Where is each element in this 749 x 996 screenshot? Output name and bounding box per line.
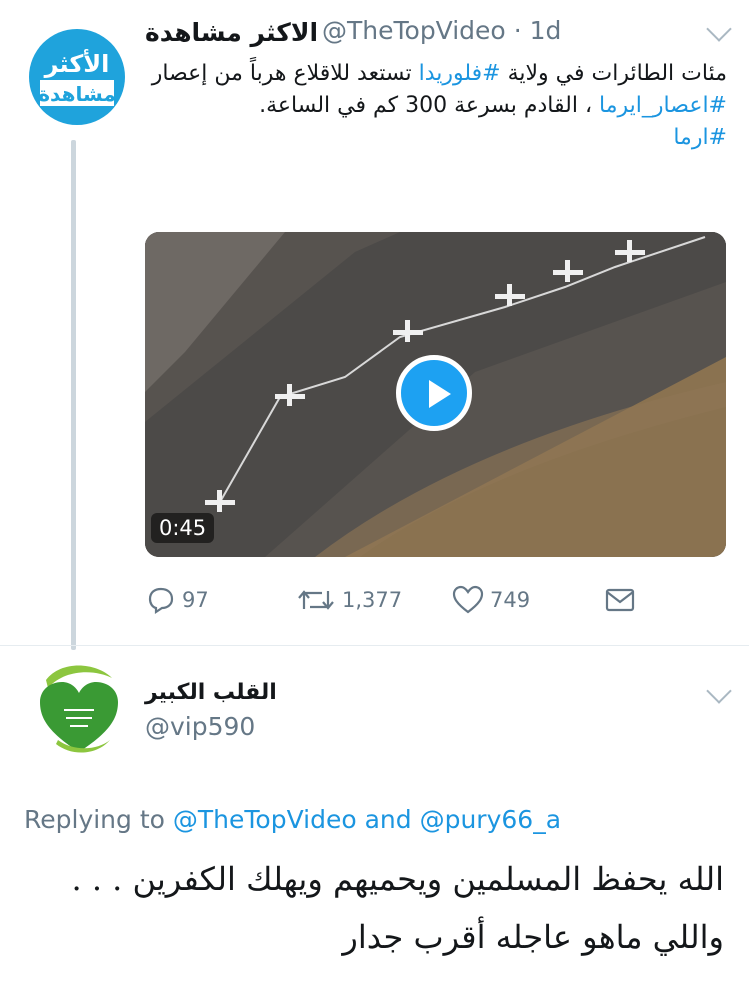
tweet-display-name[interactable]: الاكثر مشاهدة (145, 18, 318, 47)
reply-icon (148, 587, 174, 615)
avatar-vip590[interactable] (36, 660, 122, 760)
divider (0, 645, 749, 646)
reply-handle[interactable]: @vip590 (145, 712, 255, 741)
play-icon (429, 380, 451, 408)
replying-to-label: Replying to (24, 805, 165, 834)
reply-text-line1: الله يحفظ المسلمين ويحميهم ويهلك الكفرين… (71, 860, 724, 898)
reply-display-name[interactable]: القلب الكبير (145, 680, 277, 705)
like-icon (452, 585, 484, 614)
direct-message-action[interactable] (604, 584, 642, 616)
reply-action[interactable]: 97 (146, 584, 209, 616)
tweet-text-part1: مئات الطائرات في ولاية (500, 61, 727, 86)
replying-user-1[interactable]: @TheTopVideo (173, 805, 357, 834)
tweet-time[interactable]: · 1d (514, 16, 562, 45)
retweet-action[interactable]: 1,377 (296, 584, 402, 616)
avatar-thetopvideo[interactable]: الأكثر مشاهدة (22, 22, 132, 132)
tweet-text-part3: ، القادم بسرعة 300 كم في الساعة. (259, 93, 600, 118)
avatar-text-line2: مشاهدة (38, 82, 115, 106)
thread-line (71, 140, 76, 650)
like-action[interactable]: 749 (452, 584, 530, 616)
reply-text: الله يحفظ المسلمين ويحميهم ويهلك الكفرين… (24, 850, 724, 966)
replying-to-line: Replying to @TheTopVideo and @pury66_a (24, 805, 561, 834)
reply-count: 97 (182, 588, 209, 612)
reply-text-line2: واللي ماهو عاجله أقرب جدار (342, 918, 724, 956)
avatar-logo-icon: الأكثر مشاهدة (22, 22, 132, 132)
green-heart-avatar-icon (40, 665, 118, 753)
replying-user-2[interactable]: @pury66_a (420, 805, 561, 834)
tweet-handle-time[interactable]: @TheTopVideo · 1d (322, 16, 561, 45)
retweet-icon (298, 590, 334, 610)
replying-and: and (364, 805, 412, 834)
hashtag-florida[interactable]: #فلوريدا (419, 61, 501, 86)
message-icon (605, 588, 635, 612)
tweet-handle[interactable]: @TheTopVideo (322, 16, 506, 45)
tweet-text: مئات الطائرات في ولاية #فلوريدا تستعد لل… (145, 58, 727, 154)
video-duration: 0:45 (151, 513, 215, 543)
retweet-count: 1,377 (342, 588, 403, 612)
avatar-text-line1: الأكثر (44, 49, 110, 78)
hashtag-irma[interactable]: #ارما (673, 125, 727, 150)
tweet-text-part2: تستعد للاقلاع هرباً من إعصار (151, 61, 419, 86)
hashtag-irma-hurricane[interactable]: #اعصار_ايرما (599, 93, 727, 118)
play-button[interactable] (396, 355, 472, 431)
like-count: 749 (490, 588, 531, 612)
chevron-down-icon[interactable] (706, 16, 732, 42)
chevron-down-icon[interactable] (706, 678, 732, 704)
